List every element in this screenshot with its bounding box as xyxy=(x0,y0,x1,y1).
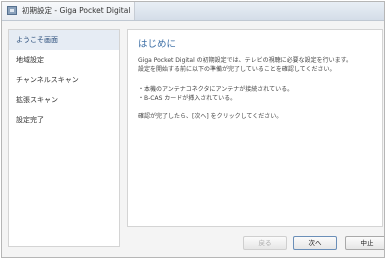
window-title: 初期設定 - Giga Pocket Digital xyxy=(22,6,131,15)
sidebar-item-welcome: ようこそ画面 xyxy=(9,30,119,50)
app-icon xyxy=(7,6,17,15)
sidebar-item-region: 地域設定 xyxy=(16,56,44,64)
sidebar-item-extended-scan: 拡張スキャン xyxy=(16,96,58,104)
intro-line-2: 設定を開始する前に以下の準備が完了していることを確認してください。 xyxy=(138,66,336,73)
window-title-tab[interactable]: 初期設定 - Giga Pocket Digital xyxy=(2,2,135,20)
content-panel: はじめに Giga Pocket Digital の初期設定では、テレビの視聴に… xyxy=(127,29,383,227)
sidebar-item-complete: 設定完了 xyxy=(16,116,44,124)
button-bar: 戻る 次へ 中止 xyxy=(127,231,384,253)
instruction-text: 確認が完了したら、[次へ] をクリックしてください。 xyxy=(138,113,283,120)
intro-line-1: Giga Pocket Digital の初期設定では、テレビの視聴に必要な設定… xyxy=(138,57,353,64)
next-button[interactable]: 次へ xyxy=(293,236,337,250)
sidebar-item-channel-scan: チャンネルスキャン xyxy=(16,76,79,84)
steps-sidebar: ようこそ画面 地域設定 チャンネルスキャン 拡張スキャン 設定完了 xyxy=(8,29,120,247)
back-button[interactable]: 戻る xyxy=(243,236,287,250)
setup-window: 初期設定 - Giga Pocket Digital ようこそ画面 地域設定 チ… xyxy=(1,1,385,258)
requirement-bcas-card: ・B-CAS カードが挿入されている。 xyxy=(138,95,237,102)
page-title: はじめに xyxy=(138,39,177,50)
requirement-antenna: ・本機のアンテナコネクタにアンテナが接続されている。 xyxy=(138,86,294,93)
title-bar: 初期設定 - Giga Pocket Digital xyxy=(2,2,384,21)
cancel-button[interactable]: 中止 xyxy=(345,236,384,250)
